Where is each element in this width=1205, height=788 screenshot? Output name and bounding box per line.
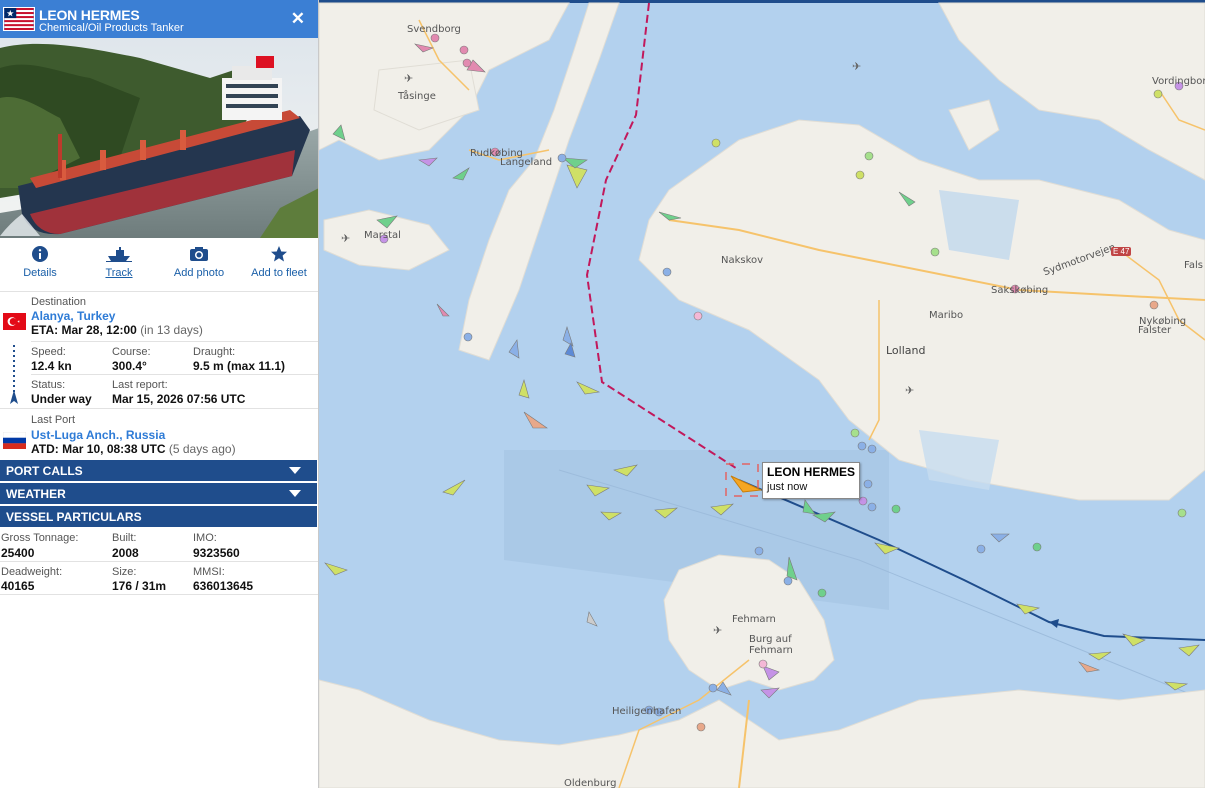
last-report-label: Last report: (112, 379, 168, 391)
port-calls-title: PORT CALLS (6, 464, 83, 478)
built-label: Built: (112, 532, 137, 544)
vessel-info-panel: LEON HERMES Chemical/Oil Products Tanker… (0, 0, 319, 788)
map-base: ✈ ✈ ✈ ✈ ✈ (319, 0, 1205, 788)
divider (0, 594, 318, 595)
place-oldenburg: Oldenburg (564, 778, 617, 788)
weather-title: WEATHER (6, 487, 66, 501)
divider (0, 408, 318, 409)
gross-tonnage-value: 25400 (1, 546, 35, 560)
details-button[interactable]: Details (0, 246, 80, 279)
turkey-flag-icon (3, 313, 26, 330)
add-photo-button[interactable]: Add photo (159, 246, 239, 279)
app-window: LEON HERMES Chemical/Oil Products Tanker… (0, 0, 1205, 788)
deadweight-label: Deadweight: (1, 566, 63, 578)
svg-text:✈: ✈ (905, 385, 914, 397)
destination-port-link[interactable]: Alanya, Turkey (31, 309, 115, 323)
built-value: 2008 (112, 546, 139, 560)
liberia-flag-icon (3, 7, 35, 31)
vessel-particulars-title: VESSEL PARTICULARS (6, 510, 142, 524)
atd-row: ATD: Mar 10, 08:38 UTC (5 days ago) (31, 442, 236, 456)
place-burg: Burg auf (749, 634, 792, 645)
info-icon (32, 246, 48, 262)
imo-value: 9323560 (193, 546, 240, 560)
add-to-fleet-button[interactable]: Add to fleet (239, 246, 318, 279)
add-to-fleet-label: Add to fleet (251, 267, 307, 279)
place-vordingborg: Vordingborg (1152, 76, 1205, 87)
track-label: Track (105, 267, 133, 279)
svg-text:✈: ✈ (404, 73, 413, 85)
last-port-label: Last Port (31, 414, 76, 426)
place-maribo: Maribo (929, 310, 964, 321)
place-fals: Fals (1184, 260, 1203, 271)
divider (0, 561, 318, 562)
eta-relative: (in 13 days) (140, 323, 203, 337)
divider (0, 291, 318, 292)
status-label: Status: (31, 379, 66, 391)
callout-vessel-name: LEON HERMES (767, 465, 856, 479)
place-heiligenhafen: Heiligenhafen (612, 706, 682, 717)
chevron-down-icon (289, 490, 301, 497)
place-langeland: Langeland (500, 157, 553, 168)
size-value: 176 / 31m (112, 579, 167, 593)
track-button[interactable]: Track (79, 246, 159, 279)
vessel-photo[interactable] (0, 38, 319, 238)
eta-label: ETA: (31, 323, 59, 337)
camera-icon (190, 247, 208, 261)
course-value: 300.4° (112, 359, 147, 373)
divider (31, 374, 318, 375)
place-tasinge: Tåsinge (398, 91, 436, 102)
last-port-link[interactable]: Ust-Luga Anch., Russia (31, 428, 165, 442)
destination-label: Destination (31, 296, 87, 308)
place-falster: Falster (1138, 325, 1172, 336)
speed-value: 12.4 kn (31, 359, 72, 373)
callout-time: just now (767, 481, 808, 493)
vessel-type: Chemical/Oil Products Tanker (39, 22, 184, 34)
last-report-value: Mar 15, 2026 07:56 UTC (112, 392, 246, 406)
vessel-name: LEON HERMES (39, 7, 140, 23)
place-svendborg: Svendborg (407, 24, 461, 35)
panel-header: LEON HERMES Chemical/Oil Products Tanker… (0, 0, 318, 38)
place-nakskov: Nakskov (721, 255, 764, 266)
star-icon (271, 246, 287, 262)
close-button[interactable]: ✕ (291, 10, 305, 27)
weather-section[interactable]: WEATHER (0, 483, 317, 504)
russia-flag-icon (3, 432, 26, 449)
ship-track-icon (106, 247, 132, 262)
place-burg-fehmarn: Fehmarn (749, 645, 793, 656)
place-fehmarn: Fehmarn (732, 614, 776, 625)
map-canvas[interactable]: ✈ ✈ ✈ ✈ ✈ Svendborg Tåsinge Rudkøbing Lange… (319, 0, 1205, 788)
mmsi-label: MMSI: (193, 566, 225, 578)
course-label: Course: (112, 346, 151, 358)
vessel-callout[interactable]: LEON HERMES just now (762, 462, 860, 499)
eta-value: Mar 28, 12:00 (61, 323, 137, 337)
port-calls-section[interactable]: PORT CALLS (0, 460, 317, 481)
atd-relative: (5 days ago) (168, 442, 236, 456)
chevron-down-icon (289, 467, 301, 474)
road-e47-badge: E 47 (1111, 247, 1132, 256)
svg-text:✈: ✈ (852, 61, 861, 73)
deadweight-value: 40165 (1, 579, 35, 593)
divider (31, 341, 318, 342)
gross-tonnage-label: Gross Tonnage: (1, 532, 79, 544)
place-marstal: Marstal (364, 230, 401, 241)
place-lolland: Lolland (886, 344, 926, 357)
status-value: Under way (31, 392, 92, 406)
atd-value: Mar 10, 08:38 UTC (62, 442, 166, 456)
action-bar: Details Track Add photo Add to fleet (0, 246, 318, 286)
vessel-particulars-section[interactable]: VESSEL PARTICULARS (0, 506, 317, 527)
draught-label: Draught: (193, 346, 236, 358)
atd-label: ATD: (31, 442, 59, 456)
details-label: Details (23, 267, 57, 279)
imo-label: IMO: (193, 532, 217, 544)
mmsi-value: 636013645 (193, 579, 254, 593)
svg-text:✈: ✈ (713, 625, 722, 637)
add-photo-label: Add photo (173, 267, 225, 279)
route-progress-icon (10, 345, 18, 404)
svg-text:✈: ✈ (341, 233, 350, 245)
speed-label: Speed: (31, 346, 66, 358)
place-sakskobing: Sakskøbing (991, 285, 1049, 296)
eta-row: ETA: Mar 28, 12:00 (in 13 days) (31, 323, 203, 337)
size-label: Size: (112, 566, 137, 578)
draught-value: 9.5 m (max 11.1) (193, 359, 286, 373)
